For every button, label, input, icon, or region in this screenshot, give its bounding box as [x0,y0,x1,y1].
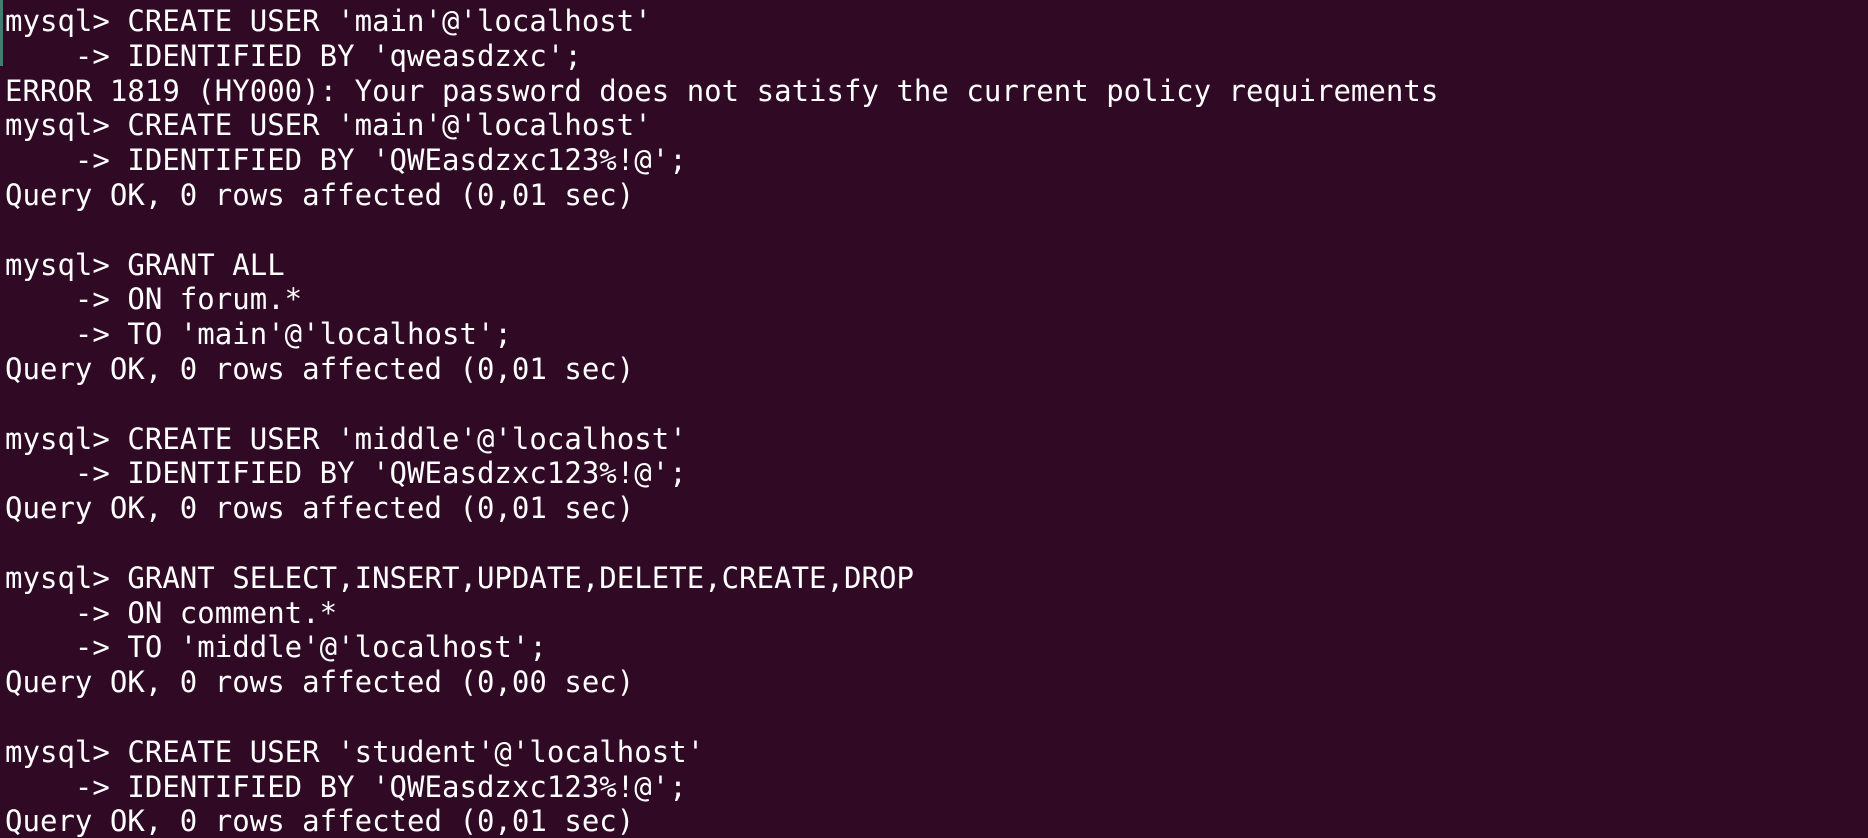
terminal-line: Query OK, 0 rows affected (0,01 sec) [5,177,635,212]
terminal-line: mysql> CREATE USER 'student'@'localhost' [5,734,705,769]
terminal-line: -> IDENTIFIED BY 'QWEasdzxc123%!@'; [5,143,687,178]
terminal-line: mysql> GRANT ALL [5,247,285,282]
terminal-line: -> ON forum.* [5,282,303,317]
terminal-line: -> IDENTIFIED BY 'qweasdzxc'; [5,38,582,73]
terminal-line: Query OK, 0 rows affected (0,01 sec) [5,491,635,526]
terminal-line: -> TO 'main'@'localhost'; [5,317,512,352]
terminal-line: mysql> CREATE USER 'main'@'localhost' [5,108,652,143]
terminal-line: mysql> GRANT SELECT,INSERT,UPDATE,DELETE… [5,560,914,595]
terminal-line-error: ERROR 1819 (HY000): Your password does n… [5,73,1439,108]
terminal-line: mysql> CREATE USER 'middle'@'localhost' [5,421,687,456]
terminal-line: Query OK, 0 rows affected (0,00 sec) [5,665,635,700]
terminal-line: -> IDENTIFIED BY 'QWEasdzxc123%!@'; [5,769,687,804]
scroll-indicator [0,0,3,66]
terminal-line: -> IDENTIFIED BY 'QWEasdzxc123%!@'; [5,456,687,491]
terminal-line: Query OK, 0 rows affected (0,01 sec) [5,804,635,838]
terminal-line: -> ON comment.* [5,595,338,630]
terminal-line: Query OK, 0 rows affected (0,01 sec) [5,351,635,386]
terminal-window[interactable]: mysql> CREATE USER 'main'@'localhost' ->… [0,0,1868,838]
terminal-line: -> TO 'middle'@'localhost'; [5,630,547,665]
terminal-line: mysql> CREATE USER 'main'@'localhost' [5,4,652,38]
